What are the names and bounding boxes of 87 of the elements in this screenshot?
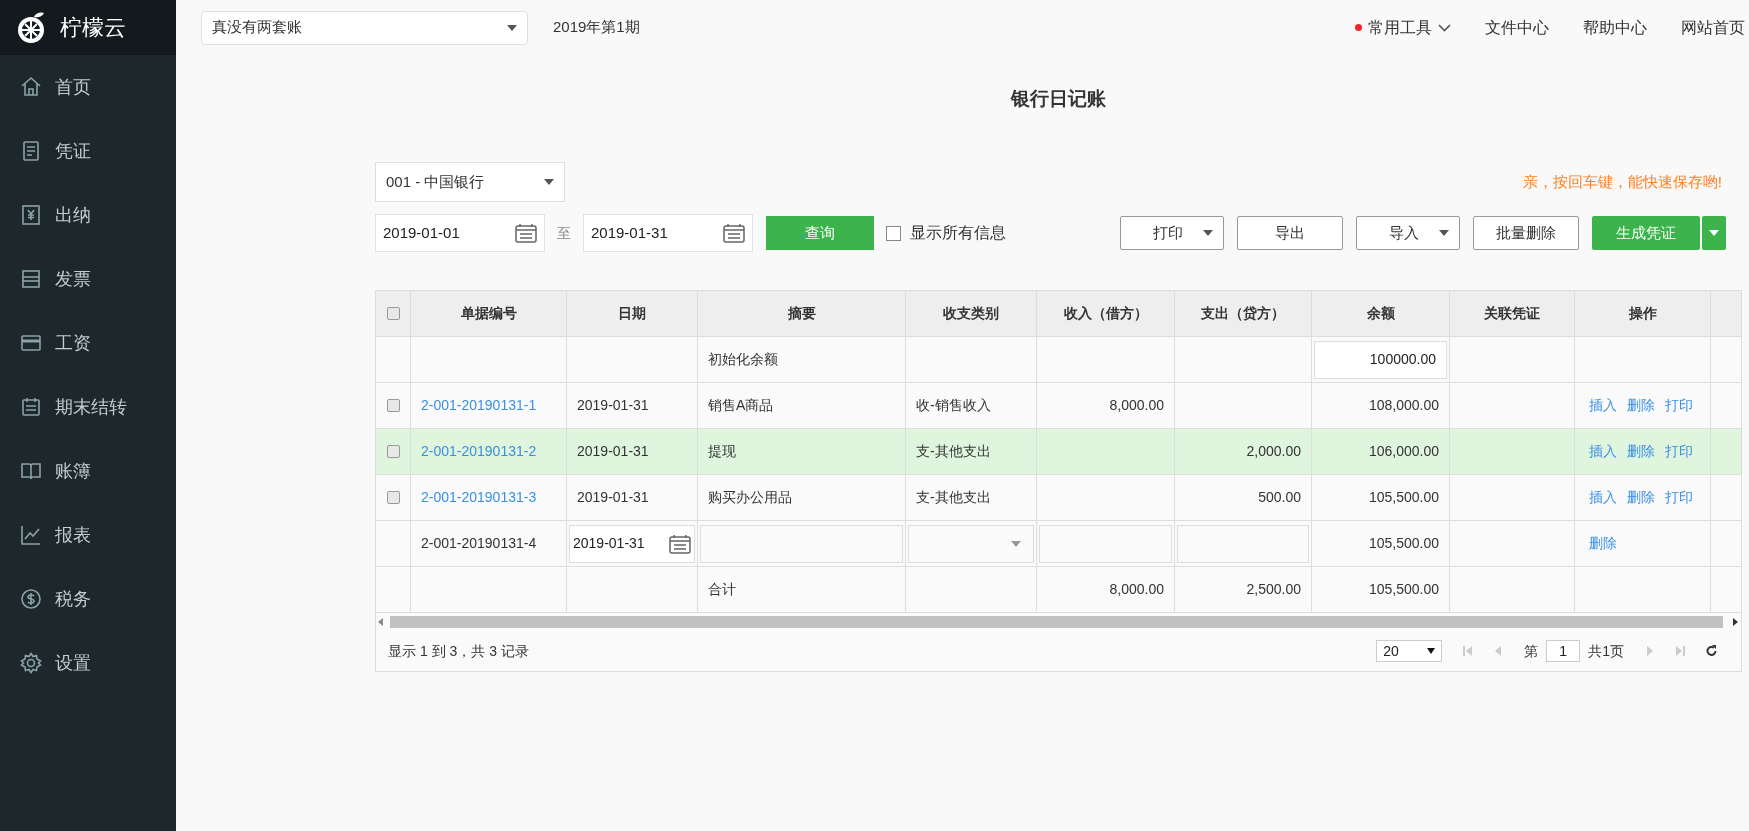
chevron-down-icon: [1438, 23, 1451, 32]
calendar-icon: [20, 396, 42, 418]
caret-icon: [1011, 540, 1021, 547]
column-header: 单据编号: [411, 291, 567, 337]
app-name: 柠檬云: [60, 14, 126, 42]
record-count-text: 显示 1 到 3，共 3 记录: [388, 641, 529, 661]
yuan-box-icon: [20, 204, 42, 226]
table-cell: 8,000.00: [1037, 567, 1175, 613]
sidebar-item[interactable]: 出纳: [0, 183, 176, 247]
page-label: 第: [1524, 641, 1539, 661]
table-cell: 105,500.00: [1312, 567, 1450, 613]
settings-icon: [20, 652, 42, 674]
last-page-button[interactable]: [1675, 645, 1686, 657]
column-header: 关联凭证: [1450, 291, 1575, 337]
calendar-icon: [723, 223, 745, 243]
page-size-select[interactable]: 20: [1376, 640, 1443, 662]
caret-icon: [507, 24, 517, 31]
action-button[interactable]: 导出: [1237, 216, 1343, 250]
dropdown-toggle[interactable]: [1702, 216, 1726, 250]
scroll-left-icon[interactable]: [378, 618, 384, 626]
sidebar-item[interactable]: 税务: [0, 567, 176, 631]
line-chart-icon: [20, 524, 42, 546]
sidebar-item[interactable]: 工资: [0, 311, 176, 375]
sidebar-item[interactable]: 账簿: [0, 439, 176, 503]
nav-link[interactable]: 网站首页: [1681, 15, 1745, 40]
checkbox[interactable]: [386, 445, 400, 458]
page-title: 银行日记账: [1009, 87, 1107, 111]
page-total-label: 共1页: [1588, 641, 1624, 661]
hint-text: 亲，按回车键，能快速保存哟!: [1522, 171, 1722, 192]
sidebar-item[interactable]: 设置: [0, 631, 176, 695]
action-button[interactable]: 批量删除: [1473, 216, 1579, 250]
next-page-button[interactable]: [1644, 645, 1655, 657]
caret-icon: [1203, 230, 1213, 236]
date-field[interactable]: 2019-01-31: [569, 524, 695, 563]
range-separator: 至: [557, 223, 571, 243]
caret-icon: [544, 179, 554, 185]
home-icon: [20, 76, 42, 98]
nav-link[interactable]: 文件中心: [1485, 15, 1549, 40]
checkbox-label: 显示所有信息: [910, 223, 1006, 243]
caret-icon: [1427, 648, 1436, 654]
column-header: 收支类别: [906, 291, 1037, 337]
scroll-right-icon[interactable]: [1733, 618, 1739, 626]
column-header: 摘要: [698, 291, 906, 337]
date-field[interactable]: 2019-01-31: [583, 214, 753, 252]
account-select[interactable]: 真没有两套账: [201, 10, 528, 45]
sidebar-item[interactable]: 期末结转: [0, 375, 176, 439]
next-page-icon: [1644, 645, 1655, 657]
checkbox[interactable]: [386, 399, 400, 412]
tools-menu[interactable]: 常用工具: [1355, 15, 1451, 40]
scrollbar-thumb[interactable]: [390, 616, 1723, 628]
card-icon: [20, 332, 42, 354]
book-icon: [20, 460, 42, 482]
dollar-circle-icon: [20, 588, 42, 610]
column-header: 支出（贷方）: [1175, 291, 1312, 337]
sidebar-item[interactable]: 报表: [0, 503, 176, 567]
column-header: 余额: [1312, 291, 1450, 337]
date-field[interactable]: 2019-01-01: [375, 214, 545, 252]
nav-link[interactable]: 帮助中心: [1583, 15, 1647, 40]
invoice-icon: [20, 268, 42, 290]
caret-icon: [1709, 230, 1719, 236]
notification-dot-icon: [1355, 24, 1362, 31]
calendar-icon: [515, 223, 537, 243]
checkbox[interactable]: [886, 225, 901, 241]
document-icon: [20, 140, 42, 162]
balance-input[interactable]: 100000.00: [1314, 340, 1447, 379]
refresh-button[interactable]: [1706, 645, 1717, 657]
checkbox[interactable]: [386, 491, 400, 504]
sidebar-item[interactable]: 首页: [0, 55, 176, 119]
dropdown-button[interactable]: 导入: [1356, 216, 1460, 250]
period-label: 2019年第1期: [553, 17, 640, 38]
column-header: 日期: [567, 291, 698, 337]
dropdown-button[interactable]: 打印: [1120, 216, 1224, 250]
refresh-icon: [1706, 645, 1717, 657]
page-number-input[interactable]: 1: [1546, 640, 1581, 662]
bank-account-select[interactable]: 001 - 中国银行: [375, 162, 565, 202]
checkbox[interactable]: [386, 307, 400, 320]
column-header: 操作: [1575, 291, 1711, 337]
caret-icon: [1439, 230, 1449, 236]
first-page-icon: [1462, 645, 1474, 657]
first-page-button[interactable]: [1462, 645, 1474, 657]
calendar-icon: [669, 533, 691, 554]
last-page-icon: [1675, 645, 1686, 657]
table-cell: 2,500.00: [1175, 567, 1312, 613]
sidebar-item[interactable]: 发票: [0, 247, 176, 311]
sidebar-item[interactable]: 凭证: [0, 119, 176, 183]
column-header: 收入（借方）: [1037, 291, 1175, 337]
table-cell: 合计: [698, 567, 906, 613]
